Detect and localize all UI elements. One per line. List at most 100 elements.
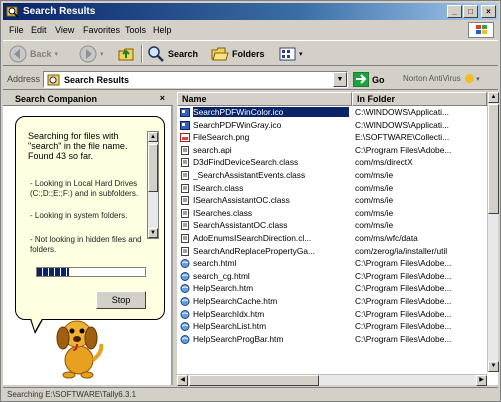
table-row[interactable]: HelpSearchList.htm C:\Program Files\Adobe…: [177, 320, 487, 333]
table-row[interactable]: HelpSearchProgBar.htm C:\Program Files\Ad…: [177, 333, 487, 346]
table-row[interactable]: HelpSearchCache.htm C:\Program Files\Adob…: [177, 295, 487, 308]
status-bar: Searching E:\SOFTWARE\Tally6.3.1: [3, 387, 498, 401]
search-progress-fill: [37, 268, 70, 276]
table-row[interactable]: AdoEnumsISearchDirection.cl... com/ms/wfc…: [177, 232, 487, 245]
minimize-button[interactable]: _: [447, 5, 462, 18]
views-button[interactable]: ▾: [279, 44, 303, 64]
address-input[interactable]: Search Results ▼: [43, 71, 348, 88]
rover-dog-icon[interactable]: [47, 308, 107, 380]
html-file-icon: [180, 296, 190, 306]
file-folder: E:\SOFTWARE\Collecti...: [355, 132, 450, 143]
vertical-scroll-thumb[interactable]: [488, 104, 499, 214]
search-status-message: Searching for files with "search" in the…: [28, 131, 128, 161]
menu-tools[interactable]: Tools: [125, 25, 146, 35]
menu-favorites[interactable]: Favorites: [83, 25, 120, 35]
ico-file-icon: [180, 108, 190, 117]
search-icon: [148, 46, 164, 62]
maximize-button[interactable]: □: [463, 5, 478, 18]
speech-bubble: Searching for files with "search" in the…: [15, 116, 165, 320]
table-row[interactable]: HelpSearchIdx.htm C:\Program Files\Adobe.…: [177, 308, 487, 321]
back-button[interactable]: Back ▾: [9, 44, 58, 64]
close-pane-icon[interactable]: ×: [160, 93, 165, 103]
search-companion-title: Search Companion: [15, 94, 98, 104]
scroll-up-icon[interactable]: ▲: [488, 92, 499, 103]
back-dropdown-icon[interactable]: ▾: [55, 50, 59, 58]
table-row[interactable]: D3dFindDeviceSearch.class com/ms/directX: [177, 156, 487, 169]
table-row[interactable]: HelpSearch.htm C:\Program Files\Adobe...: [177, 282, 487, 295]
norton-dropdown-icon[interactable]: ▾: [476, 76, 480, 83]
search-results-icon: [6, 6, 19, 18]
table-row[interactable]: ISearch.class com/ms/ie: [177, 182, 487, 195]
search-label: Search: [168, 49, 199, 59]
file-name: search.html: [193, 258, 237, 269]
horizontal-scroll-thumb[interactable]: [189, 375, 319, 386]
menu-help[interactable]: Help: [153, 25, 172, 35]
html-file-icon: [180, 271, 190, 281]
scroll-down-icon[interactable]: ▼: [148, 228, 158, 238]
menu-edit[interactable]: Edit: [31, 25, 47, 35]
results-horizontal-scrollbar[interactable]: ◀ ▶: [177, 374, 487, 386]
menu-file[interactable]: File: [9, 25, 24, 35]
file-name: HelpSearchCache.htm: [193, 295, 278, 306]
table-row[interactable]: SearchAssistantOC.class com/ms/ie: [177, 219, 487, 232]
file-file-icon: [181, 246, 189, 256]
explorer-window: Search Results _ □ × File Edit View Favo…: [0, 0, 501, 402]
png-file-icon: [180, 133, 190, 143]
address-dropdown-icon[interactable]: ▼: [333, 72, 347, 87]
close-button[interactable]: ×: [481, 5, 496, 18]
address-bar: Address Search Results ▼ Go Norton AntiV…: [3, 68, 498, 90]
file-folder: com/ms/ie: [355, 169, 394, 180]
bubble-scrollbar[interactable]: ▲ ▼: [147, 131, 159, 239]
search-scope-system: - Looking in system folders.: [30, 211, 128, 220]
up-button[interactable]: [117, 44, 135, 64]
file-folder: C:\Program Files\Adobe...: [355, 308, 452, 319]
results-vertical-scrollbar[interactable]: ▲ ▼: [487, 92, 499, 372]
scroll-down-icon[interactable]: ▼: [488, 361, 499, 372]
search-scope-hidden: - Not looking in hidden files and folder…: [30, 235, 142, 254]
search-results-list: Name In Folder SearchPDFWinColor.ico C:\W…: [177, 92, 499, 386]
search-companion-header: Search Companion ×: [3, 92, 173, 106]
table-row[interactable]: ISearchAssistantOC.class com/ms/ie: [177, 194, 487, 207]
file-folder: com/ms/ie: [355, 220, 394, 231]
html-file-icon: [180, 284, 190, 294]
folders-button[interactable]: Folders: [211, 44, 265, 64]
file-name: SearchAndReplacePropertyGa...: [193, 245, 315, 256]
stop-button[interactable]: Stop: [96, 291, 146, 309]
table-row[interactable]: FileSearch.png E:\SOFTWARE\Collecti...: [177, 131, 487, 144]
forward-dropdown-icon[interactable]: ▾: [100, 50, 104, 58]
table-row[interactable]: _SearchAssistantEvents.class com/ms/ie: [177, 169, 487, 182]
file-folder: C:\Program Files\Adobe...: [355, 258, 452, 269]
search-button[interactable]: Search: [147, 44, 198, 64]
ico-file-icon: [180, 120, 190, 130]
table-row[interactable]: search_cg.html C:\Program Files\Adobe...: [177, 270, 487, 283]
table-row[interactable]: ISearches.class com/ms/ie: [177, 207, 487, 220]
file-folder: com/ms/wfc/data: [355, 232, 418, 243]
file-name: search_cg.html: [193, 270, 250, 281]
views-icon: [279, 47, 296, 61]
file-name: ISearchAssistantOC.class: [193, 195, 290, 206]
scroll-up-icon[interactable]: ▲: [148, 132, 158, 142]
file-folder: com/ms/ie: [355, 207, 394, 218]
table-row[interactable]: SearchAndReplacePropertyGa... com/zerog/i…: [177, 245, 487, 258]
norton-antivirus-button[interactable]: Norton AntiVirus ▾: [403, 74, 480, 84]
table-row[interactable]: search.api C:\Program Files\Adobe...: [177, 144, 487, 157]
table-row[interactable]: SearchPDFWinColor.ico C:\WINDOWS\Applicat…: [177, 106, 487, 119]
go-button[interactable]: Go: [353, 71, 385, 88]
bubble-scroll-thumb[interactable]: [148, 144, 158, 192]
standard-toolbar: Back ▾ ▾ Search Folders ▾: [3, 40, 498, 66]
table-row[interactable]: SearchPDFWinGray.ico C:\WINDOWS\Applicati…: [177, 119, 487, 132]
title-bar[interactable]: Search Results _ □ ×: [3, 3, 498, 20]
table-row[interactable]: search.html C:\Program Files\Adobe...: [177, 257, 487, 270]
search-results-small-icon: [47, 74, 60, 86]
window-title: Search Results: [23, 6, 96, 17]
menu-view[interactable]: View: [55, 25, 74, 35]
forward-button[interactable]: ▾: [79, 44, 104, 64]
file-file-icon: [181, 233, 189, 243]
scroll-right-icon[interactable]: ▶: [476, 375, 487, 386]
scroll-left-icon[interactable]: ◀: [177, 375, 188, 386]
column-header-name[interactable]: Name: [177, 92, 352, 106]
file-name: search.api: [193, 144, 232, 155]
column-header-in-folder[interactable]: In Folder: [352, 92, 487, 106]
views-dropdown-icon[interactable]: ▾: [299, 50, 303, 58]
address-value: Search Results: [64, 75, 130, 85]
